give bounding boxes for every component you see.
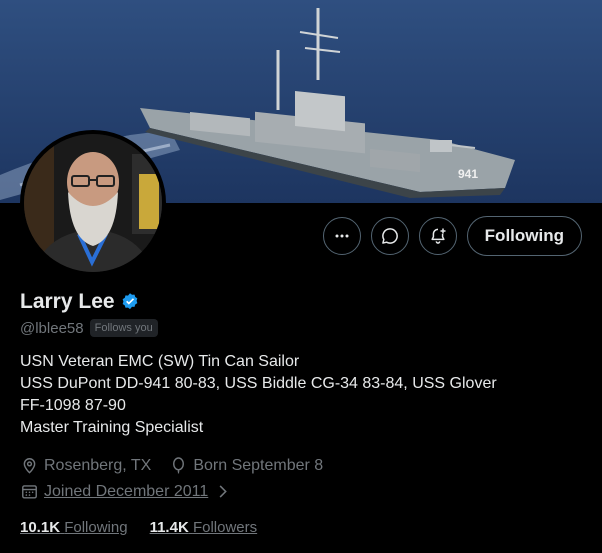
birthday: Born September 8 — [169, 456, 323, 475]
follow-stats: 10.1K Following 11.4K Followers — [20, 519, 257, 536]
handle-row: @lblee58 Follows you — [20, 319, 158, 337]
joined-row: Joined December 2011 — [20, 482, 232, 501]
avatar-photo — [24, 134, 162, 272]
follows-you-badge: Follows you — [89, 319, 158, 337]
profile-meta-row: Rosenberg, TX Born September 8 — [20, 456, 323, 475]
avatar[interactable] — [20, 130, 166, 276]
location: Rosenberg, TX — [20, 456, 151, 475]
birthday-text: Born September 8 — [193, 456, 324, 474]
more-icon — [335, 234, 349, 238]
chevron-right-icon[interactable] — [213, 482, 232, 501]
joined[interactable]: Joined December 2011 — [20, 482, 232, 501]
joined-text[interactable]: Joined December 2011 — [44, 483, 208, 501]
hull-number: 941 — [458, 167, 478, 181]
following-count: 10.1K — [20, 519, 61, 536]
bell-plus-icon — [431, 228, 446, 244]
profile-bio: USN Veteran EMC (SW) Tin Can Sailor USS … — [20, 351, 580, 439]
more-button[interactable] — [322, 217, 361, 255]
following-button[interactable]: Following — [466, 216, 582, 256]
balloon-icon — [173, 457, 185, 474]
message-icon — [381, 228, 398, 244]
verified-badge-icon[interactable] — [120, 292, 140, 312]
profile-name: Larry Lee — [20, 290, 115, 313]
followers-label: Followers — [192, 519, 258, 536]
following-stat[interactable]: 10.1K Following — [20, 519, 128, 536]
followers-stat[interactable]: 11.4K Followers — [150, 519, 258, 536]
bio-line: Master Training Specialist — [20, 419, 204, 436]
profile-actions: Following — [322, 216, 582, 256]
followers-count: 11.4K — [149, 519, 189, 536]
message-button[interactable] — [370, 217, 409, 255]
bio-line: USS DuPont DD-941 80-83, USS Biddle CG-3… — [20, 375, 497, 392]
location-pin-icon — [23, 458, 36, 474]
profile-name-row: Larry Lee — [20, 290, 140, 314]
following-label: Following — [64, 519, 128, 536]
bio-line: USN Veteran EMC (SW) Tin Can Sailor — [20, 353, 300, 370]
notify-button[interactable] — [418, 217, 457, 255]
location-text: Rosenberg, TX — [44, 456, 152, 474]
profile-handle: @lblee58 — [20, 319, 84, 337]
bio-line: FF-1098 87-90 — [20, 397, 126, 414]
calendar-icon — [22, 485, 37, 499]
